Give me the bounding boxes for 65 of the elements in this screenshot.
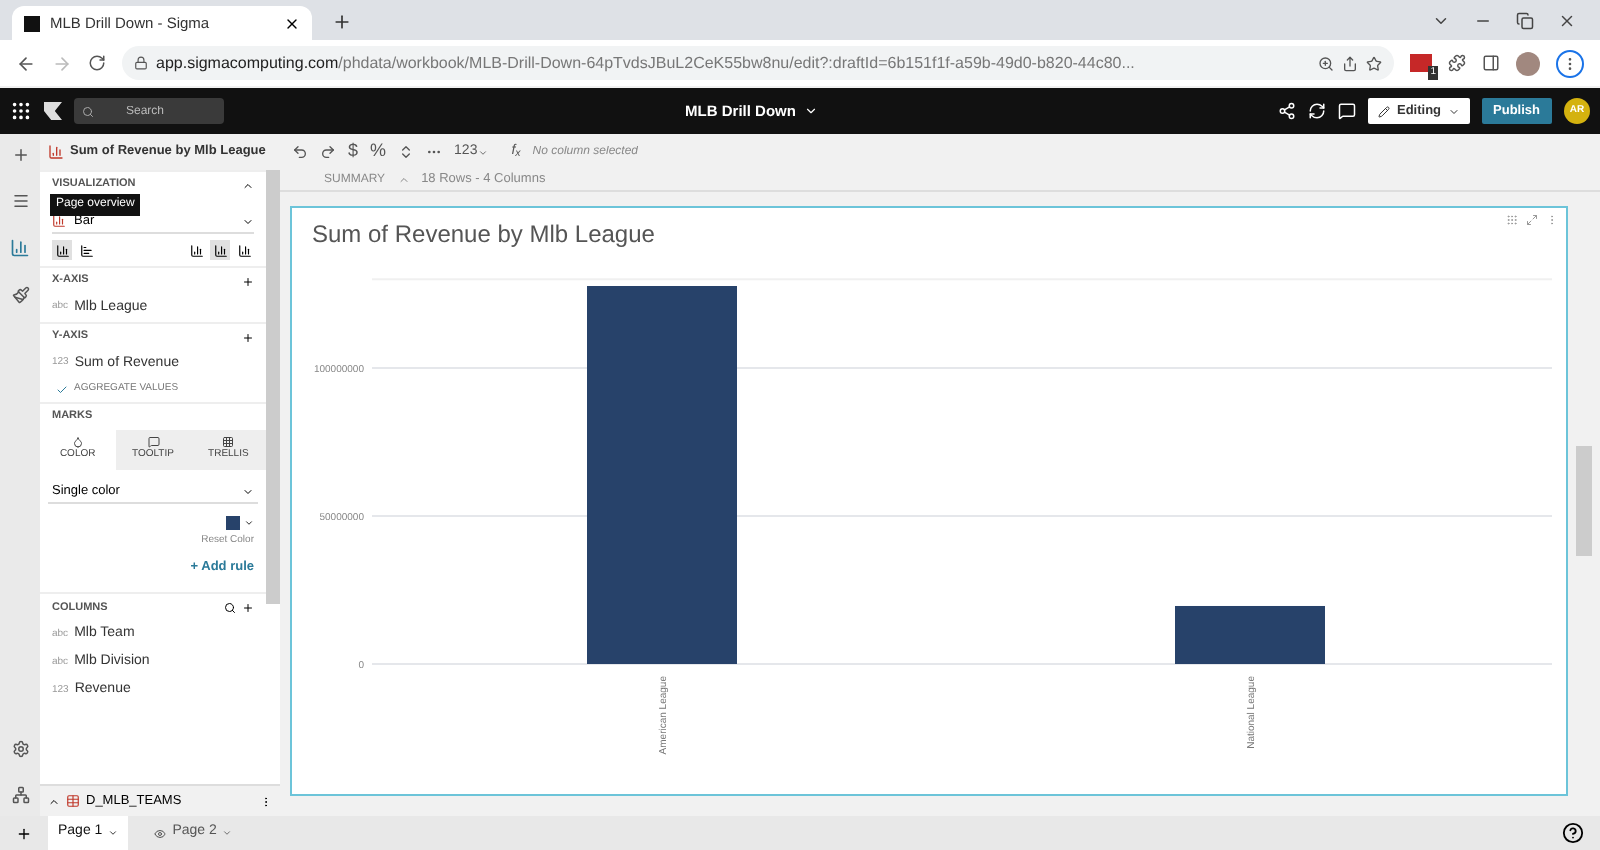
add-page-icon[interactable] <box>16 825 32 841</box>
color-swatch[interactable] <box>226 516 240 530</box>
collapse-icon[interactable] <box>242 179 254 191</box>
puzzle-icon[interactable] <box>1448 54 1466 72</box>
undo-icon[interactable] <box>292 144 308 160</box>
speech-bubble-icon <box>147 436 159 449</box>
refresh-icon[interactable] <box>1308 102 1327 120</box>
share-icon[interactable] <box>1278 102 1297 120</box>
scrollbar[interactable] <box>266 170 280 604</box>
star-icon[interactable] <box>1366 55 1382 71</box>
horizontal-bar-icon <box>79 243 93 257</box>
caret-icon[interactable] <box>244 518 254 528</box>
table-icon <box>66 794 80 808</box>
redo-icon[interactable] <box>320 144 336 160</box>
lock-icon <box>134 56 148 70</box>
menu-icon[interactable] <box>11 192 29 210</box>
help-icon[interactable] <box>1562 822 1584 844</box>
logo-icon[interactable] <box>44 102 62 120</box>
url: app.sigmacomputing.com/phdata/workbook/MLB-Drill-Down-64pTvdsJBuL2CeK55bw8nu/edit?:draftId=6b151f1f-a59b-49d0-b820-44c80... <box>156 51 1137 75</box>
new-tab-icon[interactable] <box>332 12 352 32</box>
lineage-icon[interactable] <box>11 786 29 804</box>
search-icon <box>82 105 94 117</box>
layout-option[interactable] <box>186 240 206 260</box>
add-icon[interactable] <box>242 331 254 343</box>
logo-icon <box>24 15 40 31</box>
share-icon[interactable] <box>1342 55 1358 71</box>
percent-button[interactable]: % <box>370 138 387 166</box>
search-icon[interactable] <box>224 601 236 614</box>
avatar[interactable] <box>1516 51 1540 75</box>
currency-button[interactable]: $ <box>348 138 359 166</box>
chart-icon <box>48 144 64 160</box>
grid-icon <box>222 436 235 449</box>
layout-option[interactable] <box>234 240 254 260</box>
chart-icon[interactable] <box>10 238 30 258</box>
comment-icon[interactable] <box>1338 102 1357 120</box>
chart-title: Sum of Revenue by Mlb League <box>312 220 655 248</box>
orientation-option[interactable] <box>52 240 72 260</box>
brush-icon[interactable] <box>11 286 29 304</box>
add-icon[interactable] <box>242 601 254 614</box>
reload-icon[interactable] <box>88 54 106 72</box>
chevron-icon[interactable] <box>1432 12 1450 30</box>
expand-icon[interactable] <box>48 795 60 807</box>
settings-icon[interactable] <box>11 740 29 758</box>
bar-chart-icon <box>55 243 69 257</box>
side-panel-icon[interactable] <box>1482 54 1500 72</box>
pencil-icon[interactable] <box>1378 105 1391 117</box>
address-bar[interactable]: app.sigmacomputing.com/phdata/workbook/MLB-Drill-Down-64pTvdsJBuL2CeK55bw8nu/edit?:draftId=6b151f1f-a59b-49d0-b820-44c80... <box>122 46 1394 80</box>
droplet-icon <box>71 436 84 449</box>
zoom-icon[interactable] <box>1318 55 1334 71</box>
bar-chart-icon <box>213 243 227 257</box>
restore-icon[interactable] <box>1516 12 1534 30</box>
app-grid-icon[interactable] <box>10 100 32 122</box>
orientation-option[interactable] <box>76 240 96 260</box>
scrollbar[interactable] <box>1576 446 1592 556</box>
eye-icon <box>154 827 167 839</box>
caret-icon[interactable] <box>803 104 818 118</box>
back-icon[interactable] <box>16 53 36 73</box>
close-icon[interactable] <box>1558 12 1576 30</box>
bar-chart-icon <box>237 243 251 257</box>
add-icon[interactable] <box>242 275 254 287</box>
layout-option[interactable] <box>210 240 230 260</box>
aggregate-checkbox[interactable] <box>56 384 68 396</box>
close-icon[interactable] <box>284 15 300 31</box>
chart-icon <box>52 214 66 228</box>
bar-chart-icon <box>189 243 203 257</box>
